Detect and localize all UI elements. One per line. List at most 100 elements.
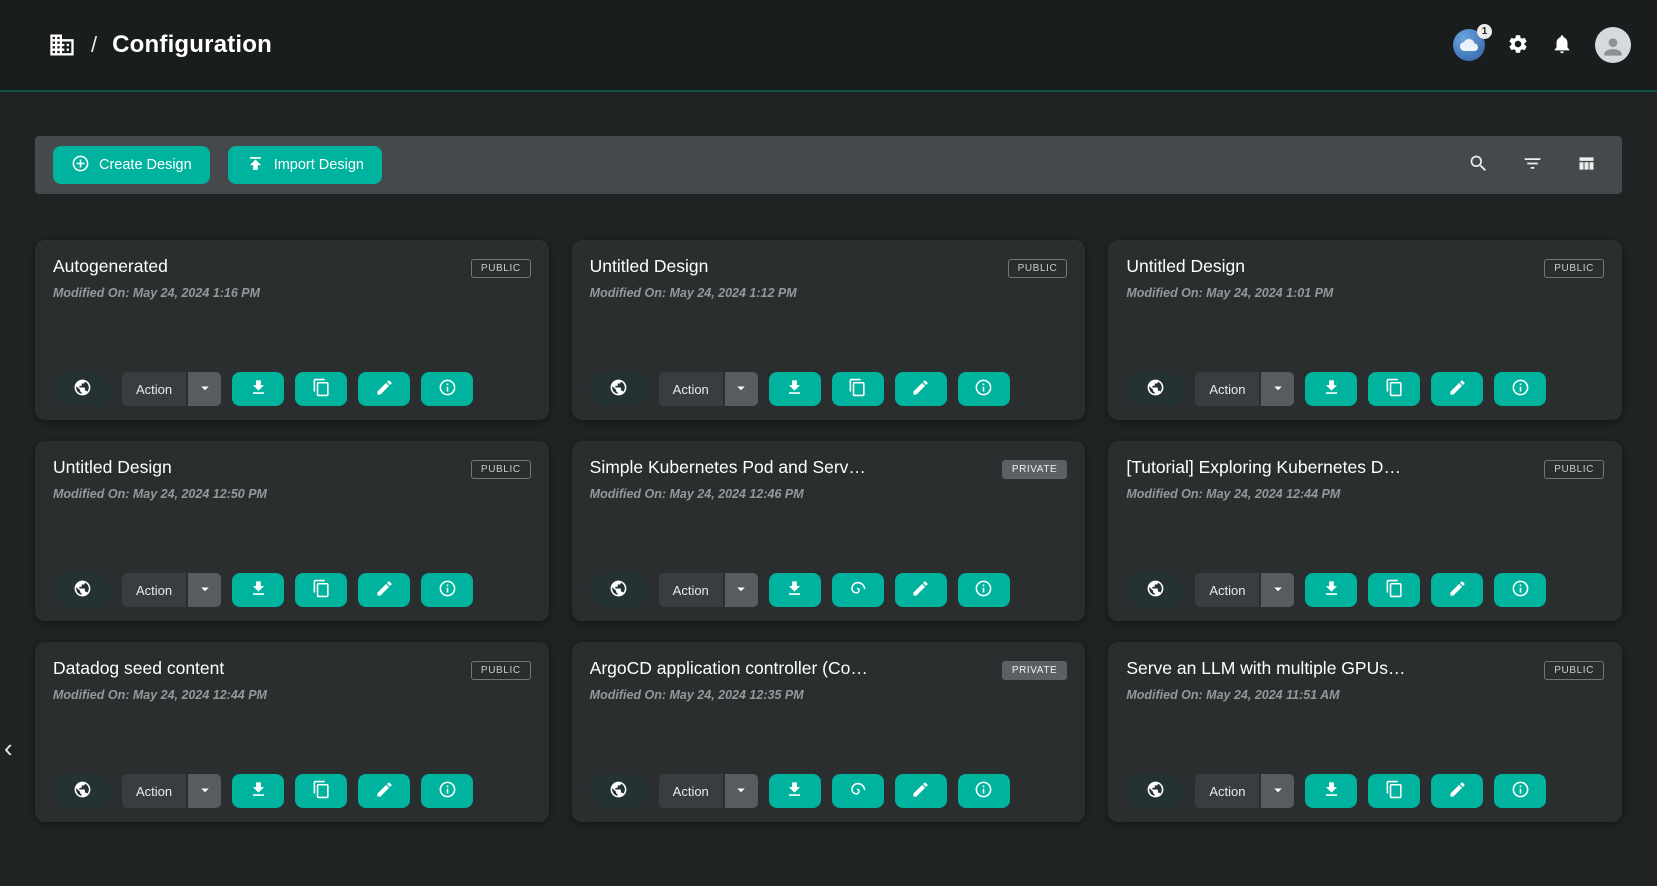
- design-card: Autogenerated PUBLIC Modified On: May 24…: [35, 240, 549, 420]
- visibility-globe-button[interactable]: [590, 372, 648, 406]
- visibility-badge: PUBLIC: [471, 259, 531, 278]
- download-button[interactable]: [1305, 573, 1357, 607]
- import-design-button[interactable]: Import Design: [228, 146, 382, 184]
- info-button[interactable]: [1494, 372, 1546, 406]
- action-button[interactable]: Action: [122, 573, 186, 607]
- download-button[interactable]: [232, 372, 284, 406]
- provider-button[interactable]: 1: [1453, 29, 1485, 61]
- search-button[interactable]: [1460, 147, 1496, 183]
- globe-icon: [1146, 378, 1165, 400]
- download-button[interactable]: [232, 573, 284, 607]
- info-button[interactable]: [1494, 573, 1546, 607]
- clone-button[interactable]: [1368, 774, 1420, 808]
- download-button[interactable]: [1305, 774, 1357, 808]
- edit-button[interactable]: [358, 774, 410, 808]
- visibility-badge: PUBLIC: [1544, 661, 1604, 680]
- action-button[interactable]: Action: [659, 573, 723, 607]
- action-button[interactable]: Action: [659, 372, 723, 406]
- app-header: / Configuration 1: [0, 0, 1657, 92]
- create-design-button[interactable]: Create Design: [53, 146, 210, 184]
- download-button[interactable]: [769, 774, 821, 808]
- clone-button[interactable]: [832, 372, 884, 406]
- action-button[interactable]: Action: [659, 774, 723, 808]
- action-button[interactable]: Action: [122, 774, 186, 808]
- visibility-globe-button[interactable]: [53, 774, 111, 808]
- visibility-globe-button[interactable]: [53, 573, 111, 607]
- clone-button[interactable]: [295, 774, 347, 808]
- clone-button[interactable]: [295, 573, 347, 607]
- action-dropdown-caret[interactable]: [1261, 372, 1294, 406]
- action-button[interactable]: Action: [1195, 774, 1259, 808]
- action-dropdown-caret[interactable]: [1261, 573, 1294, 607]
- edit-button[interactable]: [895, 573, 947, 607]
- info-button[interactable]: [421, 774, 473, 808]
- info-icon: [438, 378, 457, 400]
- design-title: ArgoCD application controller (Co…: [590, 658, 868, 679]
- action-split-button: Action: [122, 774, 221, 808]
- visibility-globe-button[interactable]: [590, 774, 648, 808]
- edit-button[interactable]: [895, 774, 947, 808]
- open-in-kanvas-button[interactable]: [832, 573, 884, 607]
- card-header: Untitled Design PUBLIC: [1126, 256, 1604, 278]
- edit-button[interactable]: [1431, 573, 1483, 607]
- visibility-globe-button[interactable]: [1126, 573, 1184, 607]
- edit-button[interactable]: [1431, 372, 1483, 406]
- design-card: Datadog seed content PUBLIC Modified On:…: [35, 642, 549, 822]
- action-dropdown-caret[interactable]: [188, 372, 221, 406]
- action-dropdown-caret[interactable]: [725, 372, 758, 406]
- action-dropdown-caret[interactable]: [725, 573, 758, 607]
- info-button[interactable]: [958, 372, 1010, 406]
- card-actions: Action: [1126, 774, 1604, 808]
- action-button[interactable]: Action: [1195, 372, 1259, 406]
- globe-icon: [73, 579, 92, 601]
- visibility-globe-button[interactable]: [590, 573, 648, 607]
- card-actions: Action: [1126, 573, 1604, 607]
- copy-icon: [312, 378, 331, 400]
- info-button[interactable]: [958, 573, 1010, 607]
- pencil-icon: [1448, 780, 1467, 802]
- pencil-icon: [375, 780, 394, 802]
- clone-button[interactable]: [295, 372, 347, 406]
- info-button[interactable]: [1494, 774, 1546, 808]
- action-dropdown-caret[interactable]: [188, 573, 221, 607]
- visibility-globe-button[interactable]: [1126, 774, 1184, 808]
- action-dropdown-caret[interactable]: [188, 774, 221, 808]
- sidebar-collapse-chevron[interactable]: ‹: [0, 733, 17, 763]
- action-button[interactable]: Action: [1195, 573, 1259, 607]
- edit-button[interactable]: [1431, 774, 1483, 808]
- action-dropdown-caret[interactable]: [1261, 774, 1294, 808]
- notifications-button[interactable]: [1551, 33, 1573, 58]
- clone-button[interactable]: [1368, 573, 1420, 607]
- card-actions: Action: [590, 573, 1068, 607]
- download-button[interactable]: [232, 774, 284, 808]
- pencil-icon: [375, 378, 394, 400]
- card-header: Simple Kubernetes Pod and Serv… PRIVATE: [590, 457, 1068, 479]
- filter-button[interactable]: [1514, 147, 1550, 183]
- action-button[interactable]: Action: [122, 372, 186, 406]
- action-split-button: Action: [122, 372, 221, 406]
- create-design-label: Create Design: [99, 157, 192, 173]
- action-dropdown-caret[interactable]: [725, 774, 758, 808]
- download-button[interactable]: [1305, 372, 1357, 406]
- download-icon: [1322, 579, 1341, 601]
- download-icon: [785, 378, 804, 400]
- edit-button[interactable]: [358, 573, 410, 607]
- download-icon: [785, 780, 804, 802]
- user-avatar[interactable]: [1595, 27, 1631, 63]
- plus-circle-icon: [71, 154, 90, 177]
- info-button[interactable]: [421, 372, 473, 406]
- visibility-globe-button[interactable]: [1126, 372, 1184, 406]
- info-button[interactable]: [958, 774, 1010, 808]
- download-button[interactable]: [769, 372, 821, 406]
- info-button[interactable]: [421, 573, 473, 607]
- open-in-kanvas-button[interactable]: [832, 774, 884, 808]
- visibility-globe-button[interactable]: [53, 372, 111, 406]
- table-view-button[interactable]: [1568, 147, 1604, 183]
- edit-button[interactable]: [358, 372, 410, 406]
- clone-button[interactable]: [1368, 372, 1420, 406]
- settings-button[interactable]: [1507, 33, 1529, 58]
- card-actions: Action: [590, 372, 1068, 406]
- card-actions: Action: [53, 774, 531, 808]
- download-button[interactable]: [769, 573, 821, 607]
- edit-button[interactable]: [895, 372, 947, 406]
